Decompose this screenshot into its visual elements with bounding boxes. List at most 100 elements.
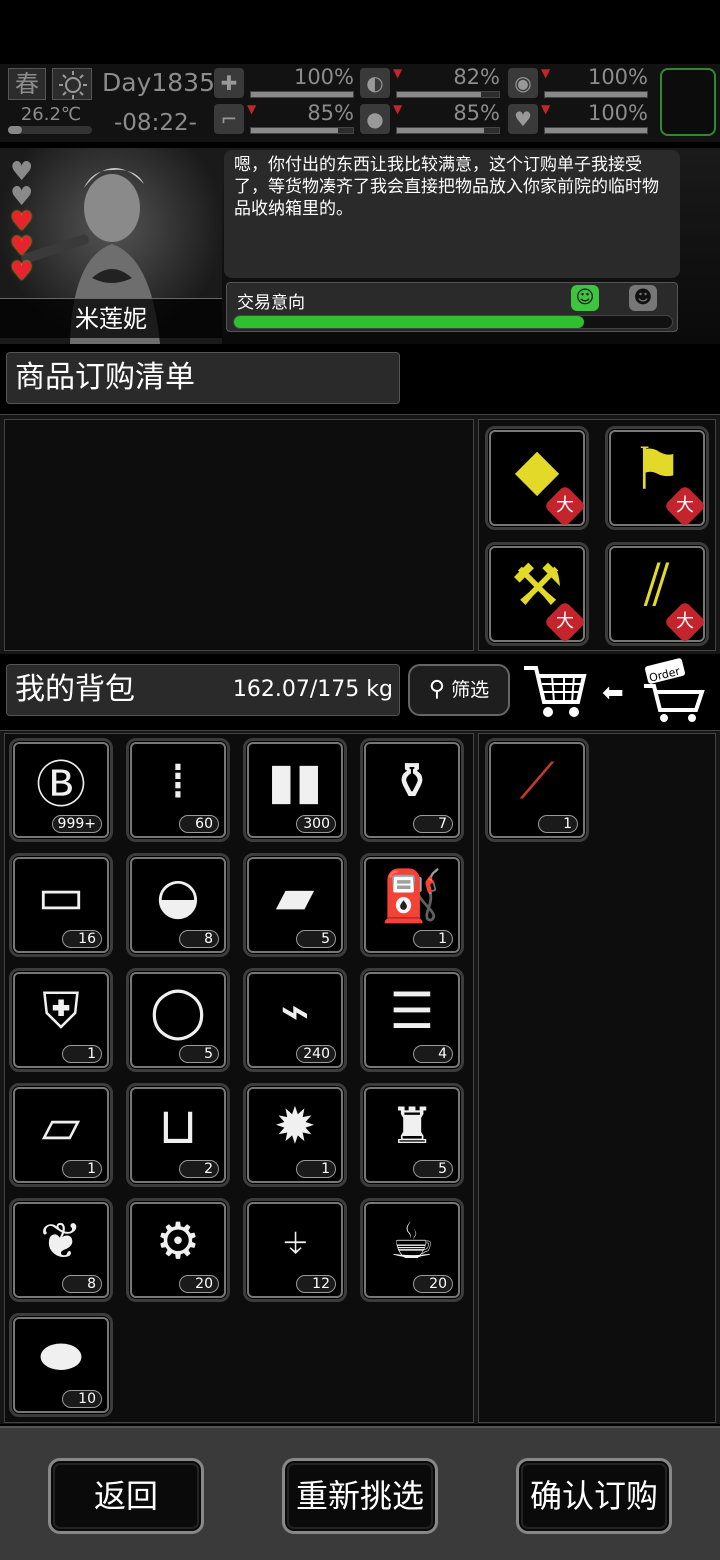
stat-health: ✚ 100%: [214, 65, 354, 102]
heart-filled-icon: ♥: [10, 257, 34, 287]
item-tile[interactable]: ◯ 5: [126, 968, 230, 1072]
item-tile[interactable]: ☕ 20: [360, 1198, 464, 1302]
equipment-items: ⟋ 1: [478, 733, 716, 1423]
towels-icon: ☰: [389, 982, 435, 1040]
filter-button[interactable]: ⚲ 筛选: [408, 664, 510, 716]
stat-bar: [544, 91, 648, 98]
backpack-title-bar: 我的背包 162.07/175 kg: [6, 664, 400, 716]
item-tile[interactable]: ◒ 8: [126, 853, 230, 957]
item-count: 12: [296, 1275, 336, 1293]
item-tile[interactable]: ⍖ 12: [243, 1198, 347, 1302]
stat-bar: [396, 127, 500, 134]
item-tile[interactable]: ❦ 8: [9, 1198, 113, 1302]
coin-icon: Ⓑ: [36, 756, 86, 814]
item-count: 1: [62, 1045, 102, 1063]
item-count: 2: [179, 1160, 219, 1178]
down-arrow-icon: ▼: [541, 102, 551, 116]
beaker-icon: ⊔: [158, 1097, 198, 1155]
item-count: 300: [296, 815, 336, 833]
stat-value: 82%: [453, 65, 500, 89]
large-size-badge: 大: [543, 484, 587, 528]
item-count: 16: [62, 930, 102, 948]
item-count: 240: [296, 1045, 336, 1063]
stat-thirst: ● ▼ 85%: [360, 101, 500, 138]
trade-intent-fill: [234, 316, 585, 328]
stat-stamina: ⌐ ▼ 85%: [214, 101, 354, 138]
stat-bar: [250, 91, 354, 98]
category-tile[interactable]: ⚑ 大: [605, 426, 709, 530]
item-count: 5: [296, 930, 336, 948]
item-tile[interactable]: ⚱ 7: [360, 738, 464, 842]
item-count: 999+: [51, 815, 102, 833]
sun-icon: [52, 68, 92, 100]
backpack-items: Ⓑ 999+ ⁞ 60 ▮▮ 300 ⚱ 7 ▭ 16 ◒ 8 ▰ 5 ⛽ 1 ⛨ 1 ◯ 5 ⌁ 240 ☰ 4 ▱ 1 ⊔ 2 ✹ 1…: [4, 733, 474, 1423]
npc-portrait: ♥ ♥ ♥ ♥ ♥ 米莲妮: [0, 148, 222, 344]
item-tile[interactable]: ⁞ 60: [126, 738, 230, 842]
item-tile[interactable]: ▭ 16: [9, 853, 113, 957]
item-tile[interactable]: ⊔ 2: [126, 1083, 230, 1187]
item-count: 10: [62, 1390, 102, 1408]
bottles-icon: ⚱: [391, 752, 433, 810]
bullets-icon: ⁞: [170, 752, 186, 810]
item-count: 8: [62, 1275, 102, 1293]
order-drop-area[interactable]: [4, 419, 474, 651]
item-count: 1: [538, 815, 578, 833]
corn-icon: ❦: [40, 1212, 82, 1270]
confirm-order-button[interactable]: 确认订购: [516, 1458, 672, 1534]
item-count: 5: [179, 1045, 219, 1063]
item-tile[interactable]: ▰ 5: [243, 853, 347, 957]
trade-intent-label: 交易意向: [237, 293, 305, 313]
boot-icon: ⌐: [214, 104, 244, 134]
stat-mood: ♥ ▼ 100%: [508, 101, 648, 138]
pickle-jar-icon: ⚙: [155, 1212, 201, 1270]
grenade-icon: ✹: [274, 1097, 316, 1155]
back-button[interactable]: 返回: [48, 1458, 204, 1534]
item-count: 1: [413, 930, 453, 948]
game-clock: -08:22-: [114, 110, 197, 136]
category-tile[interactable]: ◆ 大: [485, 426, 589, 530]
stat-hunger: ◐ ▼ 82%: [360, 65, 500, 102]
backpack-grid-panel: Ⓑ 999+ ⁞ 60 ▮▮ 300 ⚱ 7 ▭ 16 ◒ 8 ▰ 5 ⛽ 1 ⛨ 1 ◯ 5 ⌁ 240 ☰ 4 ▱ 1 ⊔ 2 ✹ 1…: [0, 730, 720, 1424]
backpack-header: 我的背包 162.07/175 kg ⚲ 筛选 ⬅ Order: [0, 656, 720, 726]
order-categories: ◆ 大 ⚑ 大 ⚒ 大 ⫽ 大: [478, 419, 716, 651]
ring-icon: ◯: [150, 982, 206, 1040]
item-tile[interactable]: ⌁ 240: [243, 968, 347, 1072]
stat-bar: [250, 127, 354, 134]
item-tile[interactable]: Ⓑ 999+: [9, 738, 113, 842]
item-count: 1: [62, 1160, 102, 1178]
category-tile[interactable]: ⫽ 大: [605, 542, 709, 646]
ammo-clips-icon: ▮▮: [267, 752, 323, 810]
item-tile[interactable]: ⟋ 1: [485, 738, 589, 842]
body-armor-icon: ⛨: [42, 981, 80, 1040]
cart-icon[interactable]: [522, 662, 588, 722]
npc-dialog: 嗯，你付出的东西让我比较满意，这个订购单子我接受了，等货物凑齐了我会直接把物品放…: [224, 150, 680, 278]
item-tile[interactable]: ♜ 5: [360, 1083, 464, 1187]
item-tile[interactable]: ▮▮ 300: [243, 738, 347, 842]
item-count: 7: [413, 815, 453, 833]
large-size-badge: 大: [663, 600, 707, 644]
gold-bars-icon: ▰: [275, 867, 315, 925]
npc-name: 米莲妮: [0, 298, 222, 338]
category-tile[interactable]: ⚒ 大: [485, 542, 589, 646]
trade-intent-panel: 交易意向 ☺ ☻: [226, 282, 678, 332]
order-cart-icon[interactable]: Order: [640, 658, 712, 724]
item-tile[interactable]: ⬬ 10: [9, 1313, 113, 1417]
item-count: 60: [179, 815, 219, 833]
item-tile[interactable]: ⛨ 1: [9, 968, 113, 1072]
item-tile[interactable]: ▱ 1: [9, 1083, 113, 1187]
item-tile[interactable]: ⛽ 1: [360, 853, 464, 957]
grin-face-icon: ☻: [629, 285, 657, 311]
search-icon: ⚲: [428, 677, 446, 702]
day-counter: Day1835: [102, 68, 215, 97]
stat-value: 100%: [587, 65, 648, 89]
down-arrow-icon: ▼: [393, 102, 403, 116]
quick-slot[interactable]: [660, 68, 716, 136]
item-tile[interactable]: ⚙ 20: [126, 1198, 230, 1302]
stat-pills: ◉ ▼ 100%: [508, 65, 648, 102]
item-tile[interactable]: ☰ 4: [360, 968, 464, 1072]
water-drop-icon: ●: [360, 104, 390, 134]
stat-value: 100%: [587, 101, 648, 125]
footer-bar: 返回 重新挑选 确认订购: [0, 1426, 720, 1560]
item-tile[interactable]: ✹ 1: [243, 1083, 347, 1187]
reselect-button[interactable]: 重新挑选: [282, 1458, 438, 1534]
